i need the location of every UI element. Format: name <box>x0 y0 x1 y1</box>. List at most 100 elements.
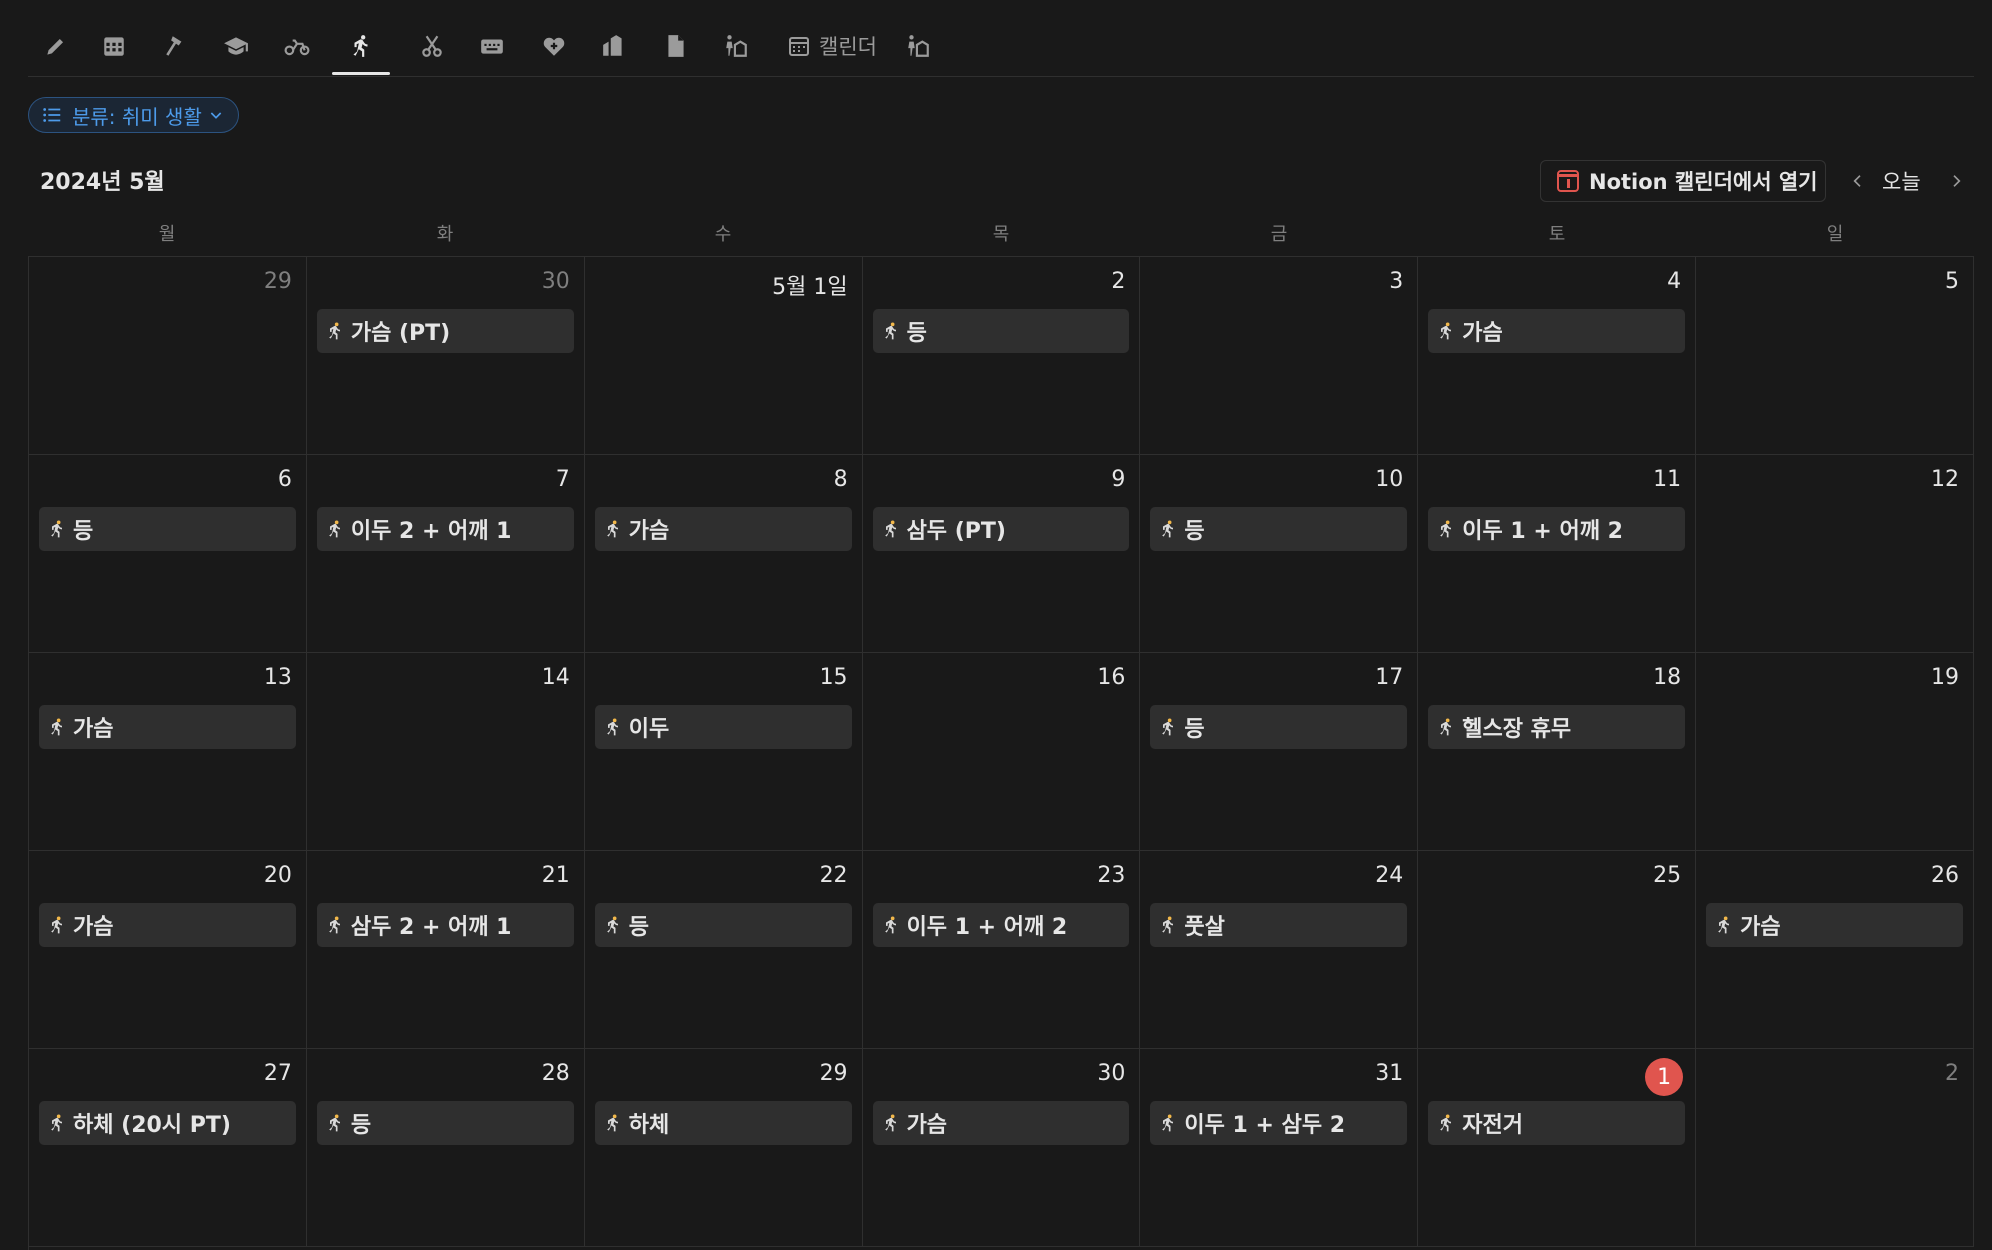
tab-person-building[interactable] <box>718 26 754 66</box>
day-cell[interactable]: 30 가슴 (PT) <box>306 257 585 455</box>
day-number: 27 <box>263 1061 292 1086</box>
running-icon <box>606 1114 618 1132</box>
tab-calendar[interactable]: 캘린더 <box>770 26 894 66</box>
day-cell[interactable]: 30 가슴 <box>862 1049 1141 1247</box>
day-cell[interactable]: 18 헬스장 휴무 <box>1418 653 1697 851</box>
tab-person-building-2[interactable] <box>900 26 936 66</box>
day-number: 22 <box>819 863 848 888</box>
tab-motorcycle[interactable] <box>278 26 316 66</box>
event-title: 가슴 (PT) <box>350 321 451 346</box>
day-number: 23 <box>1097 863 1126 888</box>
event-card[interactable]: 삼두 2 + 어깨 1 <box>316 903 574 947</box>
day-cell[interactable]: 15 이두 <box>584 653 863 851</box>
day-cell[interactable]: 7 이두 2 + 어깨 1 <box>306 455 585 653</box>
tab-calendar-grid[interactable] <box>96 26 132 66</box>
event-card[interactable]: 등 <box>872 309 1130 353</box>
day-cell[interactable]: 28 등 <box>306 1049 585 1247</box>
event-card[interactable]: 이두 2 + 어깨 1 <box>316 507 574 551</box>
day-cell[interactable]: 27 하체 (20시 PT) <box>29 1049 307 1247</box>
chevron-down-icon <box>210 112 222 119</box>
event-card[interactable]: 가슴 <box>39 705 296 749</box>
event-card[interactable]: 삼두 (PT) <box>872 507 1130 551</box>
event-card[interactable]: 헬스장 휴무 <box>1428 705 1686 749</box>
event-card[interactable]: 등 <box>1150 507 1408 551</box>
tab-heart[interactable] <box>536 26 572 66</box>
day-cell[interactable]: 29 <box>29 257 307 455</box>
event-title: 이두 1 + 삼두 2 <box>1184 1113 1346 1138</box>
day-cell[interactable]: 13 가슴 <box>29 653 307 851</box>
open-in-notion-calendar-button[interactable]: Notion 캘린더에서 열기 <box>1540 160 1826 202</box>
tab-document[interactable] <box>658 26 694 66</box>
day-cell[interactable]: 17 등 <box>1140 653 1419 851</box>
tab-pencil[interactable] <box>38 26 74 66</box>
day-number: 4 <box>1667 269 1682 294</box>
event-card[interactable]: 가슴 <box>1706 903 1963 947</box>
day-cell[interactable]: 2등 <box>862 257 1141 455</box>
day-cell[interactable]: 4 가슴 <box>1418 257 1697 455</box>
day-cell[interactable]: 1 자전거 <box>1418 1049 1697 1247</box>
event-title: 헬스장 휴무 <box>1462 717 1572 742</box>
day-cell[interactable]: 26 가슴 <box>1696 851 1974 1049</box>
day-cell[interactable]: 31 이두 1 + 삼두 2 <box>1140 1049 1419 1247</box>
event-card[interactable]: 등 <box>1150 705 1408 749</box>
tab-scissors[interactable] <box>414 26 450 66</box>
previous-month-button[interactable] <box>1843 166 1873 196</box>
event-card[interactable]: 하체 (20시 PT) <box>39 1101 296 1145</box>
event-card[interactable]: 가슴 <box>872 1101 1130 1145</box>
day-number: 13 <box>263 665 292 690</box>
day-cell[interactable]: 14 <box>306 653 585 851</box>
day-cell[interactable]: 5 <box>1696 257 1974 455</box>
event-card[interactable]: 자전거 <box>1428 1101 1686 1145</box>
running-icon <box>1440 322 1452 340</box>
list-icon <box>43 108 61 122</box>
event-card[interactable]: 가슴 <box>39 903 296 947</box>
day-cell[interactable]: 5월 1일 <box>584 257 863 455</box>
event-title: 하체 (20시 PT) <box>73 1113 231 1138</box>
event-card[interactable]: 가슴 (PT) <box>316 309 574 353</box>
event-card[interactable]: 이두 1 + 어깨 2 <box>1428 507 1686 551</box>
day-cell[interactable]: 22 등 <box>584 851 863 1049</box>
day-cell[interactable]: 21 삼두 2 + 어깨 1 <box>306 851 585 1049</box>
day-cell[interactable]: 20 가슴 <box>29 851 307 1049</box>
tab-hammer[interactable] <box>158 26 194 66</box>
day-cell[interactable]: 23 이두 1 + 어깨 2 <box>862 851 1141 1049</box>
day-cell[interactable]: 25 <box>1418 851 1697 1049</box>
filter-chip[interactable]: 분류: 취미 생활 <box>28 97 239 133</box>
day-cell[interactable]: 3 <box>1140 257 1419 455</box>
next-month-button[interactable] <box>1941 166 1971 196</box>
event-card[interactable]: 이두 1 + 어깨 2 <box>872 903 1130 947</box>
tab-running[interactable] <box>332 26 390 75</box>
day-number: 30 <box>541 269 570 294</box>
running-icon <box>1162 718 1174 736</box>
day-cell[interactable]: 10 등 <box>1140 455 1419 653</box>
event-card[interactable]: 풋살 <box>1150 903 1408 947</box>
event-title: 가슴 <box>73 717 114 742</box>
day-cell[interactable]: 19 <box>1696 653 1974 851</box>
day-number: 11 <box>1653 467 1682 492</box>
day-cell[interactable]: 24 풋살 <box>1140 851 1419 1049</box>
scissors-icon <box>422 35 442 57</box>
day-cell[interactable]: 2 <box>1696 1049 1974 1247</box>
day-cell[interactable]: 6등 <box>29 455 307 653</box>
event-card[interactable]: 이두 1 + 삼두 2 <box>1150 1101 1408 1145</box>
day-cell[interactable]: 29 하체 <box>584 1049 863 1247</box>
day-cell[interactable]: 12 <box>1696 455 1974 653</box>
event-card[interactable]: 이두 <box>594 705 852 749</box>
event-card[interactable]: 등 <box>39 507 296 551</box>
event-card[interactable]: 하체 <box>594 1101 852 1145</box>
tab-keyboard[interactable] <box>474 26 510 66</box>
event-card[interactable]: 등 <box>316 1101 574 1145</box>
event-card[interactable]: 가슴 <box>594 507 852 551</box>
day-number: 14 <box>541 665 570 690</box>
day-cell[interactable]: 8 가슴 <box>584 455 863 653</box>
event-card[interactable]: 가슴 <box>1428 309 1686 353</box>
day-cell[interactable]: 16 <box>862 653 1141 851</box>
event-title: 가슴 <box>73 915 114 940</box>
running-icon <box>606 718 618 736</box>
event-card[interactable]: 등 <box>594 903 852 947</box>
today-button[interactable]: 오늘 <box>1882 166 1921 196</box>
tab-graduation[interactable] <box>218 26 254 66</box>
day-cell[interactable]: 9 삼두 (PT) <box>862 455 1141 653</box>
day-cell[interactable]: 11 이두 1 + 어깨 2 <box>1418 455 1697 653</box>
tab-buildings[interactable] <box>596 26 632 66</box>
